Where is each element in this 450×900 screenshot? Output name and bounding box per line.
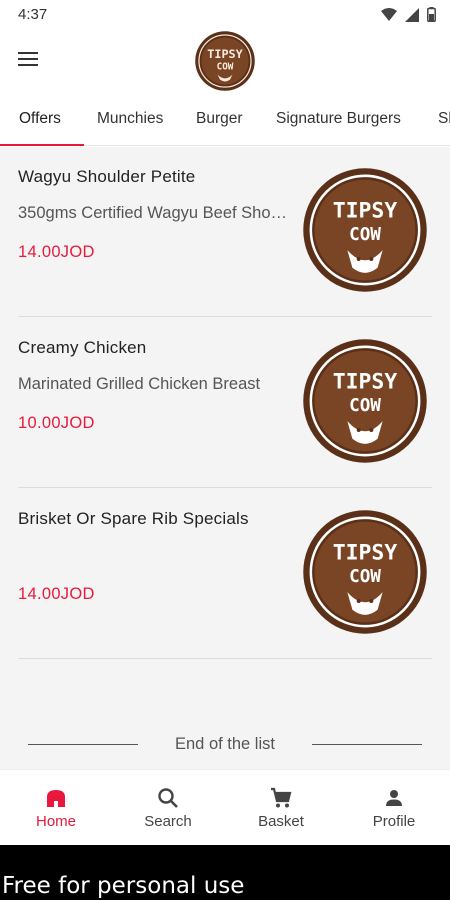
item-divider (18, 487, 432, 488)
item-price: 14.00JOD (18, 243, 95, 261)
image-text-top: TIPSY (333, 369, 398, 394)
logo-text-top: TIPSY (207, 47, 243, 61)
nav-basket[interactable]: Basket (225, 770, 337, 846)
list-item[interactable]: Brisket Or Spare Rib Specials 14.00JOD T… (18, 489, 432, 659)
item-name: Brisket Or Spare Rib Specials (18, 509, 249, 528)
item-divider (18, 316, 432, 317)
image-text-top: TIPSY (333, 540, 398, 565)
signal-icon (405, 7, 419, 22)
item-image: TIPSY COW (303, 168, 427, 292)
tab-offers[interactable]: Offers (19, 98, 61, 144)
item-description: 350gms Certified Wagyu Beef Shoulder (18, 204, 288, 222)
item-description: Marinated Grilled Chicken Breast (18, 375, 261, 393)
tab-partial[interactable]: Sl (438, 98, 450, 144)
active-tab-indicator (0, 144, 84, 146)
person-icon (386, 790, 402, 806)
item-name: Wagyu Shoulder Petite (18, 167, 196, 186)
menu-icon-line (18, 58, 38, 60)
wifi-icon (381, 7, 397, 21)
item-price: 10.00JOD (18, 414, 95, 432)
tab-munchies[interactable]: Munchies (97, 98, 163, 144)
list-item[interactable]: Creamy Chicken Marinated Grilled Chicken… (18, 318, 432, 488)
item-divider (18, 658, 432, 659)
nav-profile-label: Profile (372, 813, 416, 830)
menu-list: Wagyu Shoulder Petite 350gms Certified W… (0, 147, 450, 769)
app-bar: TIPSY COW (0, 30, 450, 92)
battery-icon (427, 7, 436, 22)
brand-logo: TIPSY COW (195, 31, 255, 91)
menu-button[interactable] (16, 48, 40, 72)
end-of-list-divider-right (312, 744, 422, 745)
nav-home-label: Home (35, 813, 76, 830)
item-name: Creamy Chicken (18, 338, 147, 357)
image-text-bottom: COW (349, 567, 381, 587)
nav-basket-label: Basket (258, 813, 304, 830)
status-bar: 4:37 (0, 0, 450, 30)
tab-signature-burgers[interactable]: Signature Burgers (276, 98, 401, 144)
nav-search-label: Search (144, 813, 192, 830)
image-text-bottom: COW (349, 396, 381, 416)
nav-profile[interactable]: Profile (338, 770, 450, 846)
home-icon (47, 790, 65, 807)
tab-burger[interactable]: Burger (196, 98, 243, 144)
status-icons (381, 7, 436, 22)
menu-icon-line (18, 52, 38, 54)
category-tabs: Offers Munchies Burger Signature Burgers… (0, 98, 450, 146)
image-text-top: TIPSY (333, 198, 398, 223)
search-icon (158, 788, 178, 808)
list-item[interactable]: Wagyu Shoulder Petite 350gms Certified W… (18, 147, 432, 317)
item-image: TIPSY COW (303, 510, 427, 634)
image-text-bottom: COW (349, 225, 381, 245)
watermark-bar: Free for personal use (0, 845, 450, 900)
item-image: TIPSY COW (303, 339, 427, 463)
menu-icon-line (18, 64, 38, 66)
nav-search[interactable]: Search (112, 770, 224, 846)
bottom-navigation: Home Search Basket Profile (0, 769, 450, 845)
cart-icon (271, 787, 292, 808)
status-time: 4:37 (18, 6, 48, 23)
nav-home[interactable]: Home (0, 770, 112, 846)
logo-text-bottom: COW (217, 62, 234, 73)
watermark-text: Free for personal use (2, 873, 245, 899)
item-price: 14.00JOD (18, 585, 95, 603)
